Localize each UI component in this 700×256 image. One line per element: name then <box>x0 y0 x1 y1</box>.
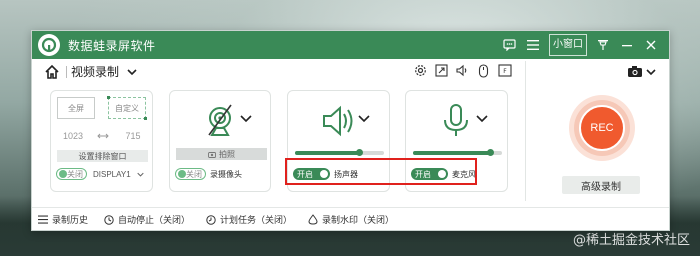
clock-icon <box>104 214 114 225</box>
camera-icon[interactable] <box>627 65 643 78</box>
highlight-annotation-box <box>285 158 477 185</box>
speaker-chevron-down-icon[interactable] <box>358 113 370 123</box>
mini-window-button[interactable]: 小窗口 <box>549 34 587 56</box>
volume-icon[interactable] <box>454 62 471 79</box>
schedule-clock-icon <box>206 214 216 225</box>
webcam-panel: 拍照 关闭 录摄像头 <box>169 90 271 192</box>
speaker-icon <box>323 105 353 137</box>
auto-stop-label: 自动停止（关闭） <box>118 215 191 225</box>
screen-region-panel: 全屏 自定义 1023 715 设置排除窗口 关闭 DISPLAY1 <box>50 90 153 192</box>
mode-toolbar: 视频录制 <box>32 59 669 85</box>
svg-text:F: F <box>503 68 507 75</box>
webcam-chevron-down-icon[interactable] <box>240 113 252 123</box>
history-item[interactable]: 录制历史 <box>38 213 88 226</box>
camera-chevron-down-icon[interactable] <box>646 67 656 77</box>
speaker-volume-slider[interactable] <box>295 149 384 156</box>
screenshot-control[interactable] <box>627 65 656 78</box>
take-photo-button[interactable]: 拍照 <box>176 148 267 160</box>
microphone-volume-knob[interactable] <box>486 149 494 156</box>
advanced-record-button[interactable]: 高级录制 <box>562 176 640 194</box>
history-label: 录制历史 <box>52 215 89 225</box>
take-photo-label: 拍照 <box>219 149 235 159</box>
height-field[interactable]: 715 <box>119 131 147 141</box>
schedule-label: 计划任务（关闭） <box>220 215 293 225</box>
site-watermark: @稀土掘金技术社区 <box>572 233 690 248</box>
tool-icon-group: F <box>412 62 513 79</box>
home-icon[interactable] <box>44 64 60 80</box>
title-bar: 数据蛙录屏软件 小窗口 <box>32 31 669 59</box>
speaker-volume-fill <box>295 151 360 155</box>
rec-button[interactable]: REC <box>579 105 625 151</box>
screen-toggle-row: 关闭 DISPLAY1 <box>56 168 144 180</box>
rec-button-ring: REC <box>574 100 630 156</box>
screen-toggle-label: 关闭 <box>67 169 83 179</box>
fullscreen-option[interactable]: 全屏 <box>57 97 95 119</box>
photo-camera-icon <box>208 151 216 158</box>
history-list-icon <box>38 215 48 224</box>
custom-region-option[interactable]: 自定义 <box>107 96 147 120</box>
webcam-toggle-label: 关闭 <box>186 169 202 179</box>
toggle-knob <box>59 170 67 178</box>
bottom-bar: 录制历史 自动停止（关闭） 计划任务（关闭） 录制水印（关闭） <box>32 207 669 231</box>
microphone-icon <box>444 104 468 136</box>
feedback-icon[interactable] <box>497 34 521 56</box>
watermark-item[interactable]: 录制水印（关闭） <box>308 213 394 226</box>
webcam-toggle[interactable]: 关闭 <box>175 168 206 180</box>
width-field[interactable]: 1023 <box>59 131 87 141</box>
frame-rate-icon[interactable]: F <box>496 62 513 79</box>
microphone-volume-fill <box>413 151 490 155</box>
screen-toggle[interactable]: 关闭 <box>56 168 87 180</box>
schedule-item[interactable]: 计划任务（关闭） <box>206 213 292 226</box>
link-ratio-icon[interactable] <box>97 132 109 140</box>
auto-stop-item[interactable]: 自动停止（关闭） <box>104 213 190 226</box>
webcam-label: 录摄像头 <box>210 169 242 179</box>
app-title: 数据蛙录屏软件 <box>68 38 156 53</box>
mouse-icon[interactable] <box>475 62 492 79</box>
region-dimensions: 1023 715 <box>59 131 147 141</box>
region-select-icon[interactable] <box>433 62 450 79</box>
recording-mode-label[interactable]: 视频录制 <box>66 66 119 78</box>
menu-icon[interactable] <box>521 34 545 56</box>
pin-icon[interactable] <box>591 34 615 56</box>
display-selector[interactable]: DISPLAY1 <box>93 170 131 179</box>
water-drop-icon <box>308 214 318 225</box>
recorder-window: 数据蛙录屏软件 小窗口 视频录制 F 全屏 自定义 1023 715 设置排除窗… <box>31 30 670 231</box>
webcam-toggle-row: 关闭 录摄像头 <box>175 168 242 180</box>
settings-gear-icon[interactable] <box>412 62 429 79</box>
close-icon[interactable] <box>639 34 663 56</box>
webcam-icon <box>208 104 232 136</box>
microphone-chevron-down-icon[interactable] <box>476 113 488 123</box>
watermark-label: 录制水印（关闭） <box>322 215 395 225</box>
speaker-volume-knob[interactable] <box>356 149 364 156</box>
minimize-icon[interactable] <box>615 34 639 56</box>
exclude-window-button[interactable]: 设置排除窗口 <box>57 150 148 162</box>
mode-chevron-down-icon[interactable] <box>127 67 137 77</box>
rec-button-halo: REC <box>569 95 635 161</box>
display-chevron-down-icon[interactable] <box>137 171 144 178</box>
vertical-divider <box>525 61 526 201</box>
microphone-volume-slider[interactable] <box>413 149 502 156</box>
app-logo-icon <box>38 34 60 56</box>
toggle-knob <box>178 170 186 178</box>
